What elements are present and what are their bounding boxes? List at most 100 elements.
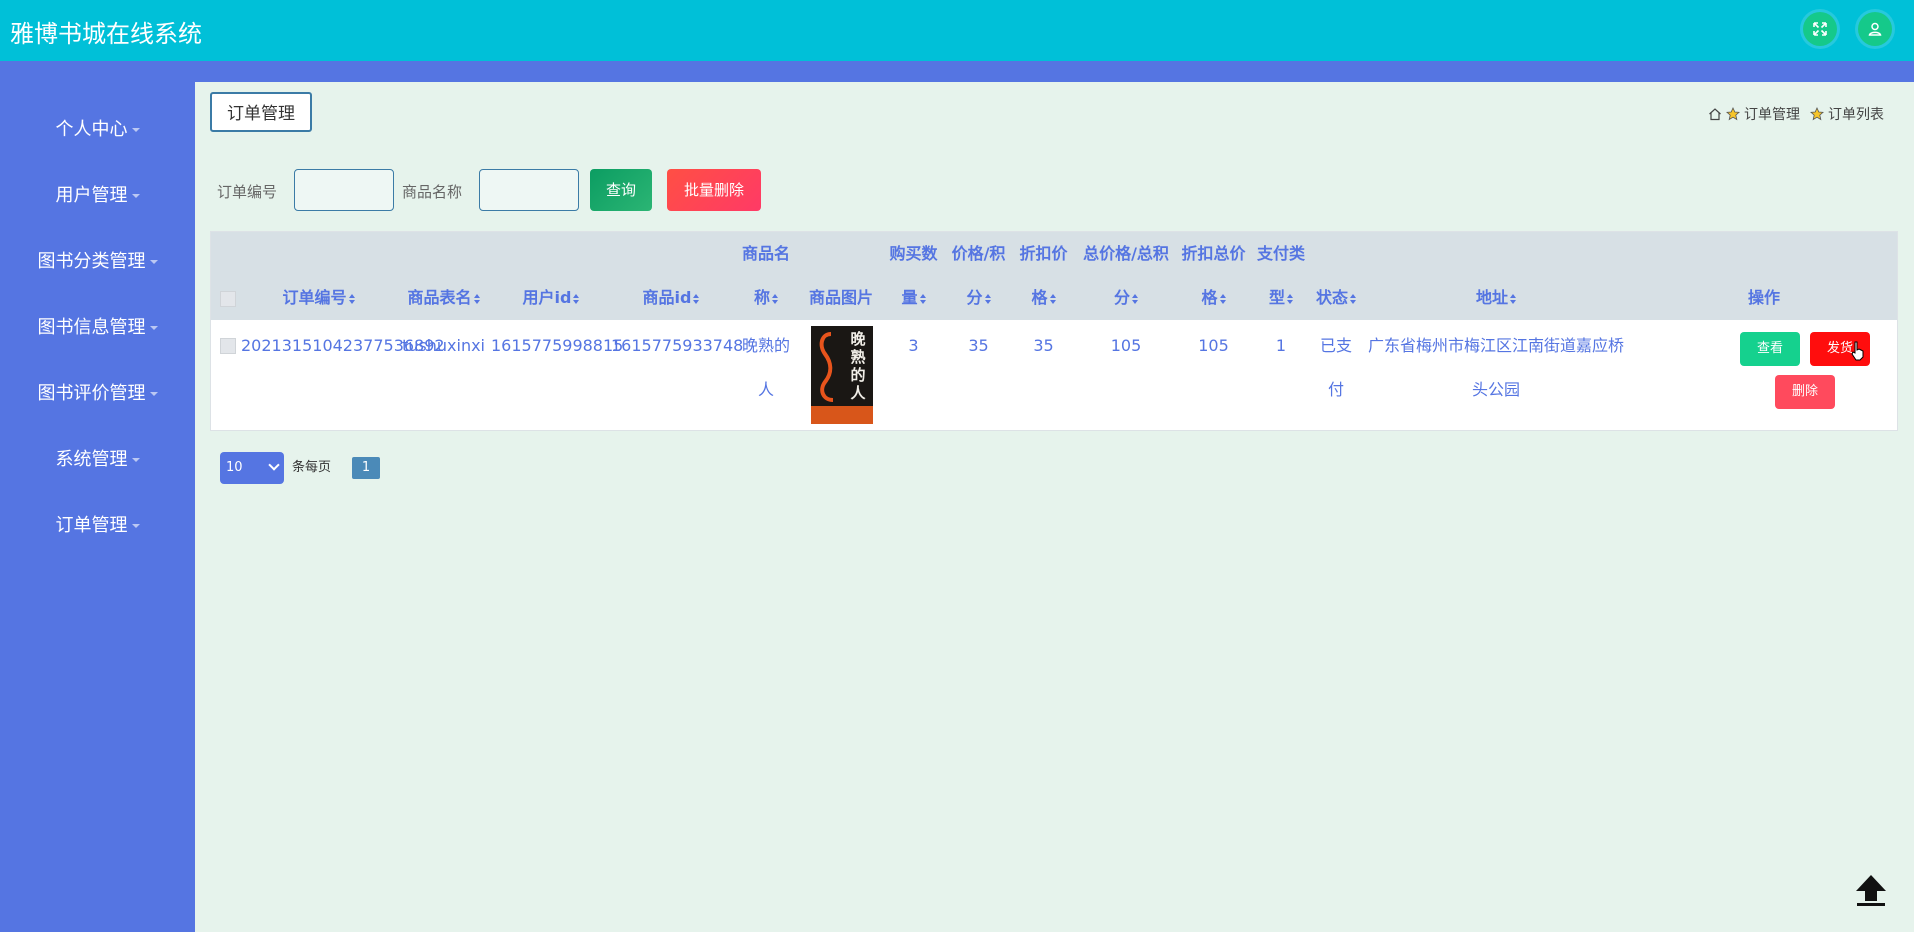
col-table-name[interactable]: 商品表名 [396,232,491,320]
cell-discount-total: 105 [1198,336,1229,355]
cell-address: 广东省梅州市梅江区江南街道嘉应桥 [1367,336,1624,355]
sidebar-item-label: 图书评价管理 [37,383,146,404]
breadcrumb-item[interactable]: 订单管理 [1744,104,1800,124]
chevron-down-icon [268,459,280,471]
sidebar-item-system[interactable]: 系统管理 [0,445,195,475]
sidebar-item-label: 订单管理 [55,515,128,536]
product-name-input[interactable] [479,169,579,211]
fullscreen-button[interactable] [1803,12,1837,46]
col-actions: 操作 [1747,288,1780,307]
caret-down-icon [131,194,140,198]
sort-icon[interactable] [573,293,580,304]
sidebar-item-book-review[interactable]: 图书评价管理 [0,379,195,409]
home-icon[interactable] [1708,107,1722,121]
col-status[interactable]: 状态 [1311,232,1361,320]
caret-down-icon [149,392,158,396]
col-product-image: 商品图片 [808,288,873,307]
col-address[interactable]: 地址 [1361,232,1631,320]
cell-address-cont: 头公园 [1471,380,1520,399]
cell-total-price: 105 [1110,336,1142,355]
sidebar-item-orders[interactable]: 订单管理 [0,511,195,541]
row-checkbox[interactable] [220,338,236,354]
header-strip [0,61,1914,82]
per-page-label: 条每页 [292,460,332,475]
col-discount-total[interactable]: 折扣总价格 [1176,232,1251,320]
col-price[interactable]: 价格/积分 [946,232,1011,320]
sort-icon[interactable] [1287,293,1293,304]
main-content: 订单管理 订单管理 订单列表 订单编号 商品名称 查询 批量删除 订单编号 商品… [195,82,1914,932]
cell-product-name: 晚熟的 [741,336,790,355]
fullscreen-icon [1813,22,1827,36]
cell-user-id: 1615775998815 [491,336,624,355]
sort-icon[interactable] [473,293,480,304]
query-button[interactable]: 查询 [590,169,652,211]
view-button[interactable]: 查看 [1740,332,1800,366]
back-to-top-icon[interactable] [1853,872,1889,908]
caret-down-icon [149,326,158,330]
page-size-select[interactable]: 10 [220,452,284,484]
sort-icon[interactable] [1350,293,1356,304]
cell-order-no: 20213151042377536892 [241,336,445,355]
select-all-checkbox[interactable] [220,291,236,307]
sort-icon[interactable] [984,293,991,304]
product-name-label: 商品名称 [402,183,463,201]
sidebar-item-personal-center[interactable]: 个人中心 [0,115,195,145]
col-order-no[interactable]: 订单编号 [241,232,396,320]
col-product-name[interactable]: 商品名称 [731,232,801,320]
cell-product-name-cont: 人 [757,380,774,399]
col-quantity[interactable]: 购买数量 [881,232,946,320]
hand-cursor-icon [1851,341,1864,361]
sidebar-item-book-category[interactable]: 图书分类管理 [0,247,195,277]
batch-delete-button[interactable]: 批量删除 [667,169,761,211]
cell-quantity: 3 [908,336,919,355]
star-icon [1810,107,1824,121]
app-title: 雅博书城在线系统 [10,20,202,48]
cell-status-cont: 付 [1327,380,1344,399]
col-user-id[interactable]: 用户id [491,232,611,320]
cell-table-name: tushuxinxi [402,336,485,355]
col-total-price[interactable]: 总价格/总积分 [1076,232,1176,320]
user-button[interactable] [1858,12,1892,46]
sidebar: 个人中心 用户管理 图书分类管理 图书信息管理 图书评价管理 系统管理 订单管理 [0,61,195,932]
cell-discount-price: 35 [1033,336,1054,355]
sidebar-item-book-info[interactable]: 图书信息管理 [0,313,195,343]
sort-icon[interactable] [693,293,700,304]
caret-down-icon [131,524,140,528]
col-product-id[interactable]: 商品id [611,232,731,320]
cell-pay-type: 1 [1275,336,1287,355]
col-discount-price[interactable]: 折扣价格 [1011,232,1076,320]
breadcrumb: 订单管理 订单列表 [1708,104,1884,124]
sort-icon[interactable] [1132,293,1138,304]
order-no-label: 订单编号 [217,183,278,201]
sidebar-item-label: 图书分类管理 [37,251,146,272]
sort-icon[interactable] [1510,293,1516,304]
sort-icon[interactable] [1049,293,1056,304]
sidebar-item-user-management[interactable]: 用户管理 [0,181,195,211]
sidebar-item-label: 图书信息管理 [37,317,146,338]
cell-price: 35 [968,336,989,355]
col-pay-type[interactable]: 支付类型 [1251,232,1311,320]
orders-table: 订单编号 商品表名 用户id 商品id 商品名称 商品图片 购买数量 价格/积分… [210,231,1898,431]
caret-down-icon [131,458,140,462]
cell-status: 已支 [1319,336,1352,355]
book-cover-title: 晚熟的人 [850,330,866,402]
sort-icon[interactable] [348,293,355,304]
sidebar-item-label: 个人中心 [55,119,128,140]
star-icon [1726,107,1740,121]
sidebar-item-label: 系统管理 [55,449,128,470]
sort-icon[interactable] [1219,293,1226,304]
page-title: 订单管理 [210,92,312,132]
delete-button[interactable]: 删除 [1775,375,1835,409]
table-header: 订单编号 商品表名 用户id 商品id 商品名称 商品图片 购买数量 价格/积分… [211,232,1897,320]
cell-product-id: 1615775933748 [611,336,744,355]
caret-down-icon [149,260,158,264]
breadcrumb-item: 订单列表 [1828,107,1884,123]
page-number[interactable]: 1 [352,457,380,479]
caret-down-icon [131,128,140,132]
order-no-input[interactable] [294,169,394,211]
product-image: 晚熟的人 [811,326,873,424]
user-icon [1868,22,1882,36]
sidebar-item-label: 用户管理 [55,185,128,206]
sort-icon[interactable] [772,293,778,304]
sort-icon[interactable] [919,293,926,304]
